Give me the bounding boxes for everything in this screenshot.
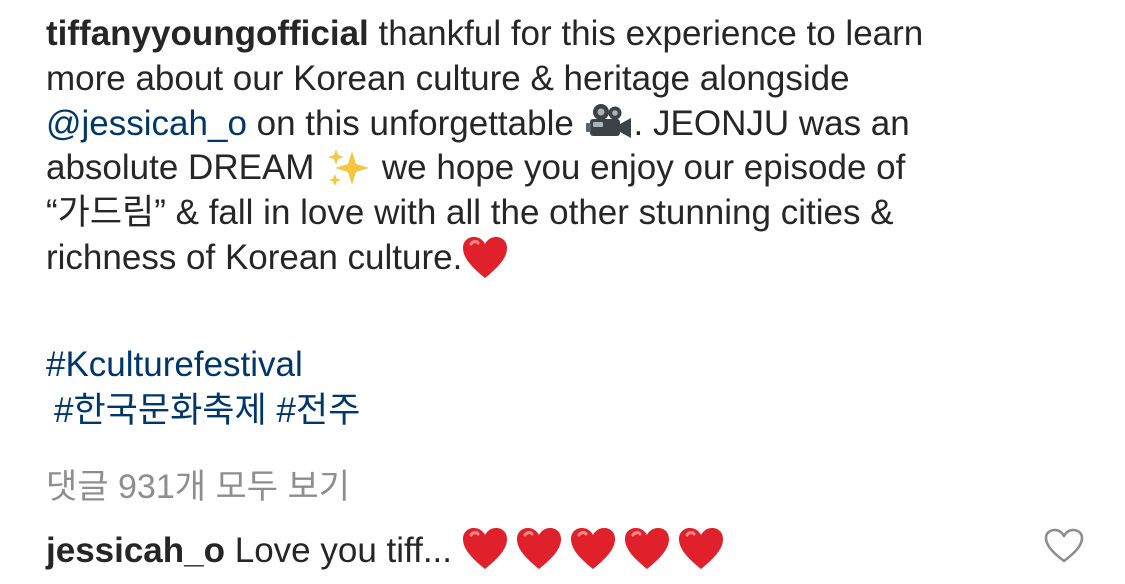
caption-text: absolute DREAM [46, 148, 325, 188]
caption-text: thankful for this experience to learn [368, 14, 924, 53]
caption-text: on this unforgettable [246, 103, 584, 143]
comment-row: jessicah_o Love you tiff... [46, 527, 732, 575]
caption-line-6: richness of Korean culture. [46, 236, 1106, 282]
red-heart-icon [678, 527, 724, 571]
hashtag-link[interactable]: #한국문화축제 [54, 391, 267, 430]
hashtag-link[interactable]: #Kculturefestival [46, 345, 303, 384]
red-heart-icon [624, 527, 670, 571]
comment-text: Love you tiff... [234, 531, 452, 570]
caption-line-1: tiffanyyoungofficial thankful for this e… [46, 12, 1106, 57]
caption-text: we hope you enjoy our episode of [372, 148, 906, 188]
caption-line-5: “가드림” & fall in love with all the other … [46, 191, 1106, 236]
comment-hearts [462, 527, 732, 570]
hashtags-block: #Kculturefestival #한국문화축제 #전주 [46, 342, 360, 434]
caption-line-4: absolute DREAM we hope you enjoy our epi… [46, 146, 1106, 191]
sparkles-icon [324, 147, 372, 189]
post-username[interactable]: tiffanyyoungofficial [46, 14, 369, 53]
caption-text: more about our Korean culture & heritage… [46, 58, 850, 98]
caption-text: “가드림” & fall in love with all the other … [46, 193, 894, 233]
mention-link[interactable]: @jessicah_o [46, 104, 247, 143]
caption-line-3: @jessicah_o on this unforgettable . JEON… [46, 102, 1106, 147]
caption-line-2: more about our Korean culture & heritage… [46, 57, 1106, 102]
red-heart-icon [462, 236, 508, 280]
movie-camera-icon [584, 102, 634, 142]
caption: tiffanyyoungofficial thankful for this e… [46, 12, 1106, 282]
caption-text: richness of Korean culture. [46, 237, 463, 277]
view-all-comments-link[interactable]: 댓글 931개 모두 보기 [46, 459, 350, 508]
red-heart-icon [516, 527, 562, 571]
red-heart-icon [570, 527, 616, 571]
comment-username[interactable]: jessicah_o [46, 531, 225, 570]
post-caption-block: tiffanyyoungofficial thankful for this e… [46, 12, 1106, 570]
heart-outline-icon[interactable] [1044, 528, 1084, 564]
hashtag-row: #Kculturefestival [46, 342, 360, 388]
caption-text: . JEONJU was an [633, 103, 910, 143]
hashtag-link[interactable]: #전주 [276, 391, 360, 430]
hashtag-row: #한국문화축제 #전주 [46, 388, 360, 434]
red-heart-icon [462, 527, 508, 571]
